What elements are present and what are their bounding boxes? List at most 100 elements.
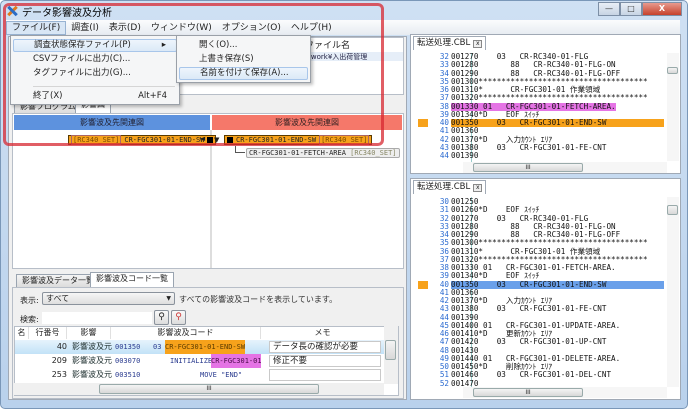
close-tab-icon[interactable]: x — [473, 183, 483, 192]
editor-horizontal-scrollbar[interactable]: III — [463, 387, 667, 398]
column-header-filename[interactable]: ファイル名 — [305, 38, 350, 51]
cell-code-prefix: 03 — [153, 343, 162, 351]
minimize-button[interactable]: — — [598, 2, 620, 16]
expand-down-arrow-icon[interactable]: ▼ — [214, 136, 219, 144]
menu-item-export-csv[interactable]: CSVファイルに出力(C)... — [13, 53, 177, 66]
table-vertical-scrollbar[interactable] — [384, 326, 398, 384]
tab-impact-code-list[interactable]: 影響波及コード一覧 — [90, 272, 174, 287]
right-diagram-header: 影響波及先関連図 — [212, 115, 402, 130]
editor-tab-label: 転送処理.CBL — [417, 38, 471, 48]
cell-impact: 影響波及元 — [72, 370, 112, 379]
scroll-thumb[interactable]: III — [473, 163, 583, 172]
menu-bar: ファイル(F) 調査(I) 表示(D) ウィンドウ(W) オプション(O) ヘル… — [6, 20, 680, 35]
search-button[interactable]: ⚲ — [154, 310, 169, 325]
scroll-thumb[interactable] — [667, 67, 678, 74]
menu-item-save-state-file[interactable]: 調査状態保存ファイル(P) ▸ — [13, 39, 177, 52]
title-bar: データ影響波及分析 — [6, 3, 566, 19]
maximize-button[interactable]: □ — [620, 2, 642, 16]
table-horizontal-scrollbar[interactable]: III — [14, 383, 384, 395]
editor-tab[interactable]: 転送処理.CBL x — [413, 36, 487, 50]
editor-tab[interactable]: 転送処理.CBL x — [413, 180, 487, 194]
source-editor-top: 転送処理.CBL x 32 001270 03 CR-RC340-01-FLG 33 0… — [410, 34, 681, 174]
cell-line: 253 — [51, 370, 67, 379]
left-diagram-node[interactable]: [RC340_SET] CR-FGC301-01-END-SW — [68, 135, 217, 145]
code-line[interactable]: 43 001380 03 CR-FGC301-01-FE-CNT — [411, 143, 666, 152]
column-header-memo[interactable]: メモ — [261, 327, 385, 339]
editor-vertical-scrollbar[interactable] — [667, 197, 679, 387]
table-row[interactable]: 40 影響波及元 001350 03 CR-FGC301-01-END-SW デ… — [15, 340, 393, 354]
menu-options[interactable]: オプション(O) — [217, 21, 286, 35]
editor-vertical-scrollbar[interactable] — [667, 53, 679, 161]
bookmark-marker-icon[interactable] — [418, 280, 428, 289]
menu-separator — [33, 86, 175, 87]
cell-code-highlight: CR-FGC301-01-FE1 — [211, 354, 261, 368]
node-tag: [RC340_SET] — [350, 149, 397, 157]
memo-input[interactable]: 修正不要 — [269, 355, 381, 367]
cell-code-prefix: MOVE "END" — [200, 371, 243, 379]
child-diagram-node[interactable]: CR-FGC301-01-FETCH-AREA [RC340_SET] — [246, 148, 400, 158]
code-line[interactable]: 44 001390 — [411, 151, 666, 160]
scroll-thumb[interactable]: III — [473, 388, 583, 397]
filter-select[interactable]: すべて ▼ — [42, 292, 175, 305]
bookmark-marker-icon[interactable] — [418, 119, 428, 127]
right-diagram-node[interactable]: CR-FGC301-01-END-SW [RC340_SET] — [224, 135, 373, 145]
cell-seq: 003510 — [115, 371, 141, 379]
editor-tab-label: 転送処理.CBL — [417, 182, 471, 192]
code-line[interactable]: 43 001380 03 CR-FGC301-01-FE-CNT — [411, 304, 666, 313]
menu-item-exit[interactable]: 終了(X) Alt+F4 — [13, 90, 177, 103]
code-line[interactable]: 51 001460 03 CR-FGC301-01-DEL-CNT — [411, 370, 666, 379]
editor-horizontal-scrollbar[interactable]: III — [463, 162, 667, 173]
search-label: 検索: — [20, 315, 39, 324]
code-view[interactable]: 30 001250 31 001260*D EOF ｽｲｯﾁ 32 001270 03 C… — [411, 198, 666, 388]
column-header-impact[interactable]: 影響 — [67, 327, 111, 339]
menu-item-export-tag[interactable]: タグファイルに出力(G)... — [13, 67, 177, 80]
close-button[interactable]: X — [642, 2, 682, 16]
search-input[interactable] — [42, 312, 152, 324]
clear-search-icon: ⚲ — [175, 312, 182, 322]
filter-status: すべての影響波及コードを表示しています。 — [179, 295, 338, 304]
scroll-thumb[interactable] — [667, 205, 678, 215]
chevron-down-icon: ▼ — [166, 295, 171, 302]
code-text: 001390 — [451, 151, 479, 160]
table-row[interactable]: 209 影響波及元 003070 INITIALIZE CR-FGC301-01… — [15, 354, 393, 368]
memo-input[interactable]: データ長の確認が必要 — [269, 341, 381, 353]
menu-help[interactable]: ヘルプ(H) — [286, 21, 337, 35]
tree-connector — [235, 146, 245, 153]
window-controls: — □ X — [598, 2, 682, 16]
code-text: 001350 03 CR-FGC301-01-END-SW — [451, 118, 664, 128]
node-name: CR-FGC301-01-END-SW — [124, 136, 205, 144]
file-list-row[interactable]: OL_work¥入出荷管理 — [298, 52, 403, 61]
column-header-name[interactable]: 名 — [15, 327, 29, 339]
column-header-code[interactable]: 影響波及コード — [111, 327, 261, 339]
node-square-icon — [227, 137, 233, 143]
memo-input[interactable] — [269, 369, 381, 381]
menu-window[interactable]: ウィンドウ(W) — [146, 21, 217, 35]
clear-search-button[interactable]: ⚲ — [171, 310, 186, 325]
code-view[interactable]: 32 001270 03 CR-RC340-01-FLG 33 001280 88 C… — [411, 53, 666, 160]
app-logo-icon — [6, 5, 18, 17]
collapse-left-arrow-icon[interactable]: ◄ — [199, 134, 205, 143]
menu-file[interactable]: ファイル(F) — [6, 20, 67, 35]
menu-item-save[interactable]: 上書き保存(S) — [179, 53, 308, 66]
cell-seq: 003070 — [115, 357, 141, 365]
code-line[interactable]: 40 001350 03 CR-FGC301-01-END-SW — [411, 118, 666, 128]
scroll-thumb[interactable]: III — [99, 384, 319, 394]
close-tab-icon[interactable]: x — [473, 39, 483, 48]
menu-investigate[interactable]: 調査(I) — [66, 21, 104, 35]
code-line[interactable]: 40 001350 03 CR-FGC301-01-END-SW — [411, 280, 666, 289]
node-tag: [RC340_SET] — [319, 135, 370, 145]
menu-view[interactable]: 表示(D) — [104, 21, 146, 35]
search-icon: ⚲ — [158, 312, 165, 322]
source-editor-bottom: 転送処理.CBL x 30 001250 31 001260*D EOF ｽｲｯﾁ 32 0… — [410, 178, 681, 400]
scroll-thumb[interactable] — [385, 340, 396, 360]
menu-item-open[interactable]: 開く(O)... — [179, 39, 308, 52]
cell-impact: 影響波及元 — [72, 342, 112, 351]
column-header-line[interactable]: 行番号 — [29, 327, 67, 339]
code-line[interactable]: 47 001420 03 CR-FGC301-01-UP-CNT — [411, 337, 666, 346]
menu-item-label: 調査状態保存ファイル(P) — [34, 40, 131, 50]
node-name: CR-FGC301-01-FETCH-AREA — [249, 149, 346, 157]
tab-impact-data-list[interactable]: 影響波及データ一覧 — [16, 274, 100, 287]
table-row[interactable]: 253 影響波及元 003510 MOVE "END" C — [15, 368, 393, 382]
diagram-divider[interactable] — [210, 130, 212, 268]
menu-item-save-as[interactable]: 名前を付けて保存(A)... — [179, 67, 308, 80]
